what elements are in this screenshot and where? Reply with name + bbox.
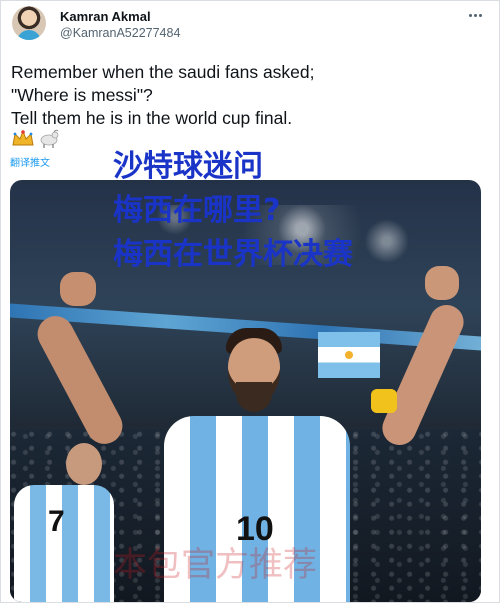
translate-link[interactable]: 翻译推文 [10, 154, 50, 169]
chinese-caption-overlay: 沙特球迷问 梅西在哪里? 梅西在世界杯决赛 [113, 145, 353, 277]
display-name[interactable]: Kamran Akmal [60, 9, 151, 24]
fist-right [425, 266, 459, 300]
goat-icon [40, 129, 59, 148]
beard [236, 382, 272, 412]
crown-icon [12, 129, 34, 146]
tweet-line: "Where is messi"? [11, 85, 153, 105]
tweet-line: Tell them he is in the world cup final. [11, 108, 293, 128]
avatar[interactable] [12, 6, 46, 40]
background-player: 7 [14, 443, 118, 602]
background-player-jersey [14, 485, 114, 602]
more-options-icon[interactable] [466, 6, 484, 24]
tweet-text: Remember when the saudi fans asked; "Whe… [11, 61, 481, 130]
user-handle[interactable]: @KamranA52277484 [60, 26, 180, 40]
caption-line: 梅西在哪里? [113, 193, 281, 228]
avatar-shirt [17, 30, 41, 40]
captain-armband [371, 389, 397, 413]
fist-left [60, 272, 96, 306]
background-jersey-number: 7 [48, 505, 65, 538]
caption-line: 沙特球迷问 [113, 149, 263, 184]
watermark: 本包官方推荐 [113, 545, 317, 585]
caption-line: 梅西在世界杯决赛 [113, 237, 353, 272]
background-player-head [66, 443, 102, 485]
raised-arm-right [376, 299, 470, 451]
tweet-line: Remember when the saudi fans asked; [11, 62, 315, 82]
